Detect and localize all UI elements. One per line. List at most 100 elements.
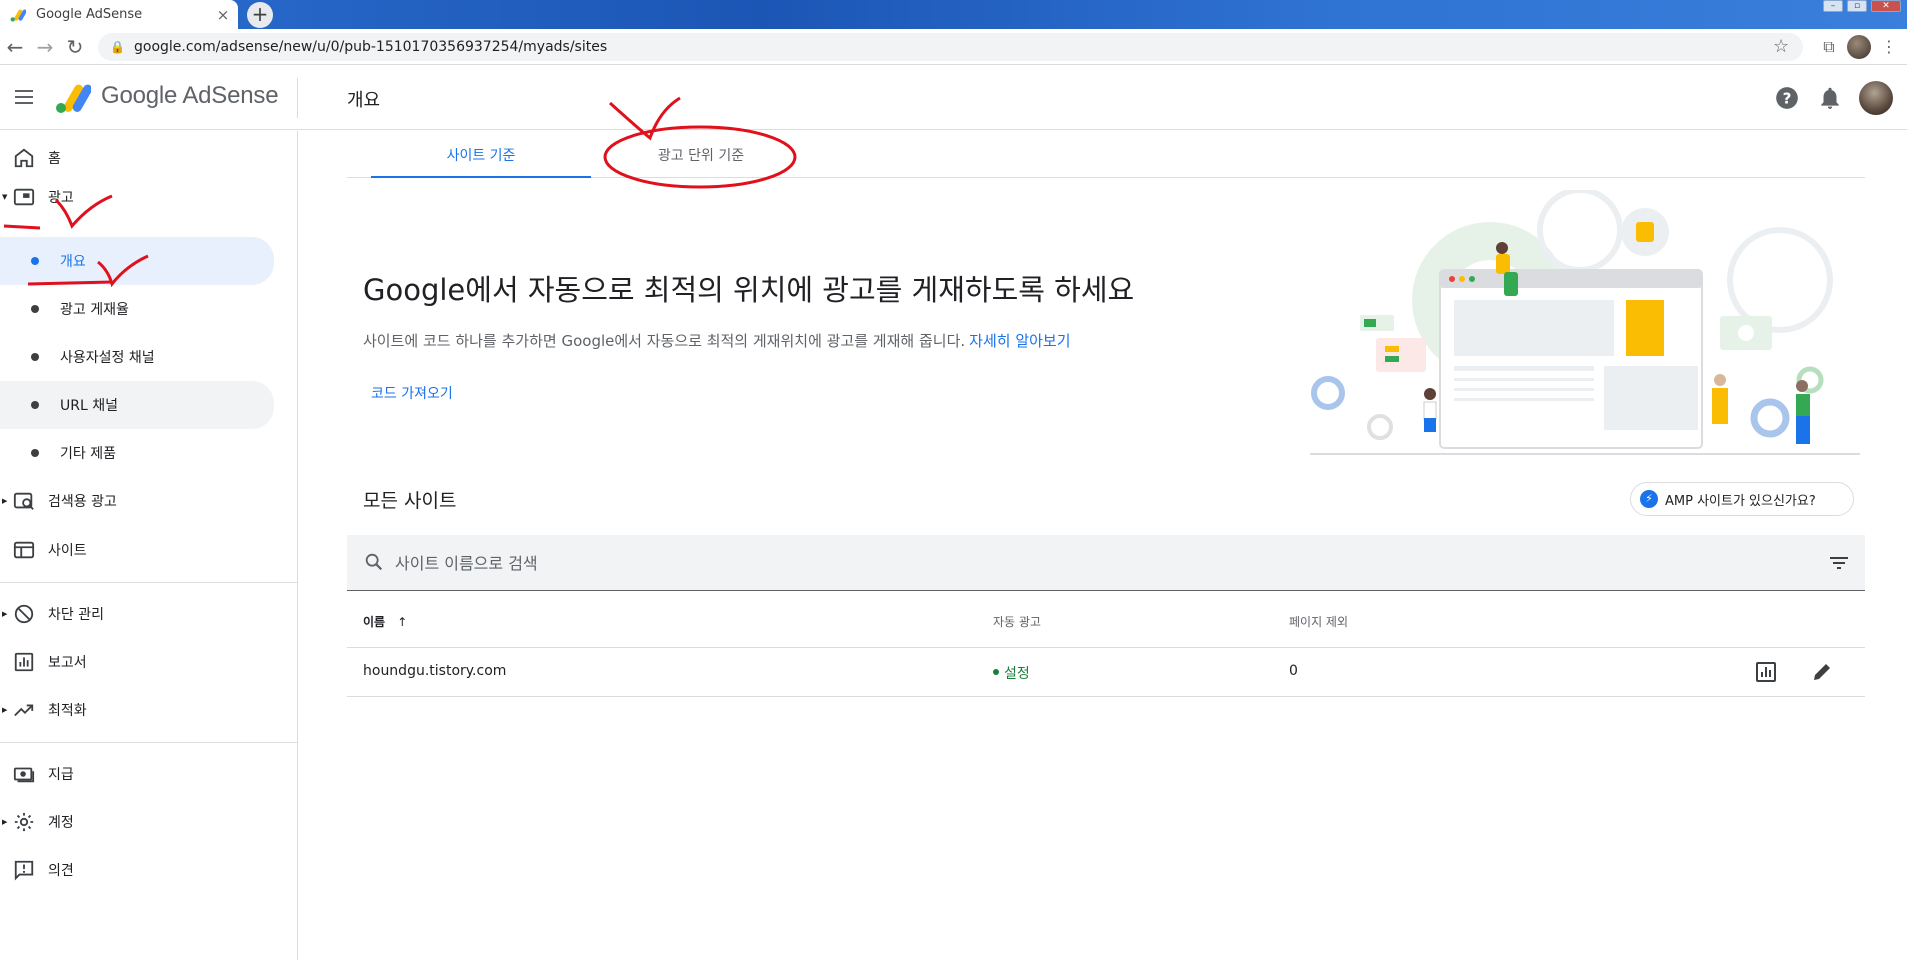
lock-icon[interactable]: 🔒 <box>110 40 128 54</box>
sidebar-item-sites[interactable]: 사이트 <box>0 528 274 572</box>
sidebar-item-label: 최적화 <box>48 703 87 719</box>
collapsed-arrow-icon: ▶ <box>2 610 8 618</box>
sidebar-item-label: 의견 <box>48 863 74 879</box>
page-exclusions-count: 0 <box>1289 663 1298 679</box>
sort-arrow-icon[interactable]: ↑ <box>397 615 407 629</box>
sidebar-subitem-custom-channels[interactable]: 사용자설정 채널 <box>0 335 274 379</box>
maximize-button[interactable]: ▫ <box>1847 0 1867 12</box>
auto-ads-status-label: 설정 <box>1004 666 1030 682</box>
hamburger-menu-icon[interactable] <box>12 86 36 110</box>
hero-headline: Google에서 자동으로 최적의 위치에 광고를 게재하도록 하세요 <box>363 273 1135 307</box>
site-name[interactable]: houndgu.tistory.com <box>363 663 506 679</box>
page-title: 개요 <box>347 90 381 111</box>
omnibox[interactable]: 🔒 google.com/adsense/new/u/0/pub-1510170… <box>98 32 1803 61</box>
adsense-favicon-icon <box>10 9 26 22</box>
edit-pencil-icon[interactable] <box>1810 660 1834 684</box>
sidebar-item-optimization[interactable]: ▶ 최적화 <box>0 688 274 732</box>
sidebar-item-label: 지급 <box>48 767 74 783</box>
svg-text:?: ? <box>1783 89 1792 107</box>
sidebar-item-label: 사용자설정 채널 <box>60 350 155 366</box>
sidebar-subitem-overview[interactable]: 개요 <box>0 237 274 285</box>
sidebar-item-label: URL 채널 <box>60 398 118 414</box>
hero-description: 사이트에 코드 하나를 추가하면 Google에서 자동으로 최적의 게재위치에… <box>363 330 1071 351</box>
url-text[interactable]: google.com/adsense/new/u/0/pub-151017035… <box>134 39 1773 55</box>
forward-icon[interactable]: → <box>30 35 60 59</box>
window-controls: – ▫ ✕ <box>1823 0 1901 12</box>
sidebar-item-payments[interactable]: 지급 <box>0 752 274 796</box>
bookmark-star-icon[interactable]: ☆ <box>1773 36 1803 57</box>
sidebar-item-blocking[interactable]: ▶ 차단 관리 <box>0 592 274 636</box>
browser-tab[interactable]: Google AdSense × <box>0 0 238 29</box>
report-chart-icon[interactable] <box>1754 660 1778 684</box>
sidebar-subitem-url-channels[interactable]: URL 채널 <box>0 381 274 429</box>
header-divider <box>297 78 298 118</box>
browser-profile-avatar[interactable] <box>1847 34 1871 59</box>
feedback-icon <box>14 860 34 881</box>
sidebar-divider <box>0 742 298 743</box>
filter-icon[interactable] <box>1827 551 1851 575</box>
sidebar-item-account[interactable]: ▶ 계정 <box>0 800 274 844</box>
column-name-header[interactable]: 이름 ↑ <box>363 613 407 630</box>
trending-up-icon <box>14 704 34 717</box>
account-avatar[interactable] <box>1859 81 1893 115</box>
view-tabs: 사이트 기준 광고 단위 기준 <box>347 131 1865 178</box>
tab-close-icon[interactable]: × <box>212 6 234 24</box>
window-close-button[interactable]: ✕ <box>1871 0 1901 12</box>
hero-description-text: 사이트에 코드 하나를 추가하면 Google에서 자동으로 최적의 게재위치에… <box>363 332 966 350</box>
amp-button-label: AMP 사이트가 있으신가요? <box>1665 493 1816 509</box>
ads-icon <box>13 188 35 206</box>
back-icon[interactable]: ← <box>0 35 30 59</box>
sidebar-item-label: 홈 <box>48 151 61 167</box>
tab-by-ad-unit[interactable]: 광고 단위 기준 <box>591 131 811 178</box>
bullet-icon <box>31 401 39 409</box>
reports-icon <box>14 652 34 672</box>
sidebar: 홈 ▼ 광고 개요 광고 게재율 사용자설정 채널 URL 채널 기타 제품 ▶… <box>0 131 298 960</box>
search-input[interactable] <box>395 549 1775 577</box>
tab-by-site[interactable]: 사이트 기준 <box>371 131 591 178</box>
address-bar-row: ← → ↻ 🔒 google.com/adsense/new/u/0/pub-1… <box>0 29 1907 65</box>
search-ads-icon <box>13 492 34 510</box>
auto-ads-status: 설정 <box>993 663 1030 683</box>
collapsed-arrow-icon: ▶ <box>2 497 8 505</box>
get-code-button[interactable]: 코드 가져오기 <box>363 375 461 411</box>
gear-icon <box>14 812 34 832</box>
sites-icon <box>13 541 35 559</box>
chrome-menu-icon[interactable]: ⋮ <box>1871 37 1907 56</box>
sidebar-item-label: 계정 <box>48 815 74 831</box>
bullet-icon <box>31 305 39 313</box>
brand-name: Google AdSense <box>101 82 279 109</box>
sidebar-item-feedback[interactable]: 의견 <box>0 848 274 892</box>
search-icon <box>365 553 383 571</box>
sidebar-item-home[interactable]: 홈 <box>0 136 274 180</box>
auto-ads-illustration <box>1310 190 1860 455</box>
cast-icon[interactable]: ⧉ <box>1811 37 1847 57</box>
learn-more-link[interactable]: 자세히 알아보기 <box>969 332 1070 350</box>
minimize-button[interactable]: – <box>1823 0 1843 12</box>
bullet-icon <box>31 257 39 265</box>
collapsed-arrow-icon: ▶ <box>2 706 8 714</box>
sidebar-subitem-other-products[interactable]: 기타 제품 <box>0 431 274 475</box>
help-icon[interactable]: ? <box>1774 85 1800 111</box>
sidebar-item-search-ads[interactable]: ▶ 검색용 광고 <box>0 479 274 523</box>
table-header: 이름 ↑ 자동 광고 페이지 제외 <box>347 592 1865 648</box>
sidebar-item-label: 보고서 <box>48 655 87 671</box>
sidebar-item-ads[interactable]: ▼ 광고 <box>0 175 274 219</box>
browser-tab-strip: Google AdSense × + – ▫ ✕ <box>0 0 1907 29</box>
amp-sites-button[interactable]: ⚡ AMP 사이트가 있으신가요? <box>1630 482 1854 516</box>
sidebar-item-label: 기타 제품 <box>60 446 116 462</box>
site-search-bar <box>347 535 1865 591</box>
app-header: Google AdSense 개요 ? <box>0 66 1907 130</box>
sidebar-item-label: 차단 관리 <box>48 607 104 623</box>
table-row[interactable]: houndgu.tistory.com 설정 0 <box>347 648 1865 697</box>
sidebar-item-reports[interactable]: 보고서 <box>0 640 274 684</box>
notifications-bell-icon[interactable] <box>1817 85 1843 111</box>
sidebar-subitem-ad-coverage[interactable]: 광고 게재율 <box>0 287 274 331</box>
home-icon <box>14 148 34 168</box>
reload-icon[interactable]: ↻ <box>60 35 90 59</box>
sidebar-item-label: 사이트 <box>48 543 87 559</box>
bullet-icon <box>31 353 39 361</box>
new-tab-button[interactable]: + <box>247 2 273 28</box>
column-auto-ads-header: 자동 광고 <box>993 615 1041 629</box>
collapsed-arrow-icon: ▶ <box>2 818 8 826</box>
bolt-icon: ⚡ <box>1640 490 1658 508</box>
